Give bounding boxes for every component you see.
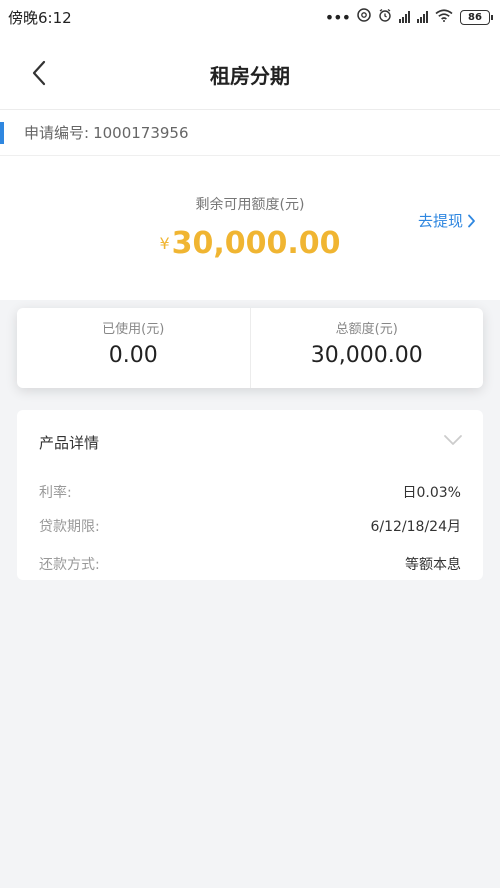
- more-dots-icon: •••: [324, 7, 351, 27]
- detail-key: 还款方式:: [39, 557, 100, 573]
- chevron-right-icon: [468, 214, 475, 227]
- nfc-icon: [357, 8, 371, 26]
- status-time: 傍晚6:12: [8, 8, 72, 27]
- detail-key: 利率:: [39, 485, 72, 501]
- used-quota-value: 0.00: [108, 343, 158, 368]
- signal-icon: [399, 11, 410, 23]
- withdraw-label: 去提现: [417, 212, 463, 230]
- hd-signal-icon: [417, 11, 428, 23]
- application-number-value: 1000173956: [93, 123, 189, 142]
- detail-key: 贷款期限:: [39, 519, 100, 535]
- quota-card: 已使用(元) 0.00 总额度(元) 30,000.00: [17, 308, 483, 388]
- alarm-icon: [378, 8, 392, 26]
- page-title: 租房分期: [210, 64, 290, 88]
- status-icons: ••• 86: [324, 7, 493, 27]
- total-quota-label: 总额度(元): [335, 322, 398, 337]
- status-bar: 傍晚6:12 ••• 86: [0, 0, 500, 34]
- detail-value: 6/12/18/24月: [370, 519, 461, 535]
- detail-value: 等额本息: [405, 557, 461, 573]
- available-credit-value: 30,000.00: [171, 226, 341, 261]
- detail-row-interest-rate: 利率: 日0.03%: [39, 482, 461, 502]
- product-detail-card: 产品详情 利率: 日0.03% 贷款期限: 6/12/18/24月 还款方式: …: [17, 410, 483, 580]
- nav-bar: 租房分期: [0, 34, 500, 110]
- used-quota-label: 已使用(元): [102, 322, 165, 337]
- application-number-bar: 申请编号: 1000173956: [0, 110, 500, 156]
- total-quota: 总额度(元) 30,000.00: [249, 308, 484, 388]
- product-detail-header: 产品详情: [39, 434, 100, 452]
- chevron-down-icon[interactable]: [443, 434, 463, 446]
- available-credit-section: 剩余可用额度(元) ¥30,000.00 去提现: [0, 156, 500, 300]
- battery-icon: 86: [460, 9, 493, 25]
- application-number-label: 申请编号:: [24, 124, 90, 142]
- total-quota-value: 30,000.00: [310, 343, 423, 368]
- used-quota: 已使用(元) 0.00: [17, 308, 250, 388]
- detail-value: 日0.03%: [402, 485, 461, 501]
- wifi-icon: [435, 8, 453, 26]
- available-credit-amount: ¥30,000.00: [0, 226, 500, 261]
- detail-row-repayment-method: 还款方式: 等额本息: [39, 554, 461, 574]
- withdraw-link[interactable]: 去提现: [418, 210, 476, 231]
- detail-row-loan-term: 贷款期限: 6/12/18/24月: [39, 516, 461, 536]
- currency-symbol: ¥: [159, 234, 170, 253]
- accent-bar: [0, 122, 4, 144]
